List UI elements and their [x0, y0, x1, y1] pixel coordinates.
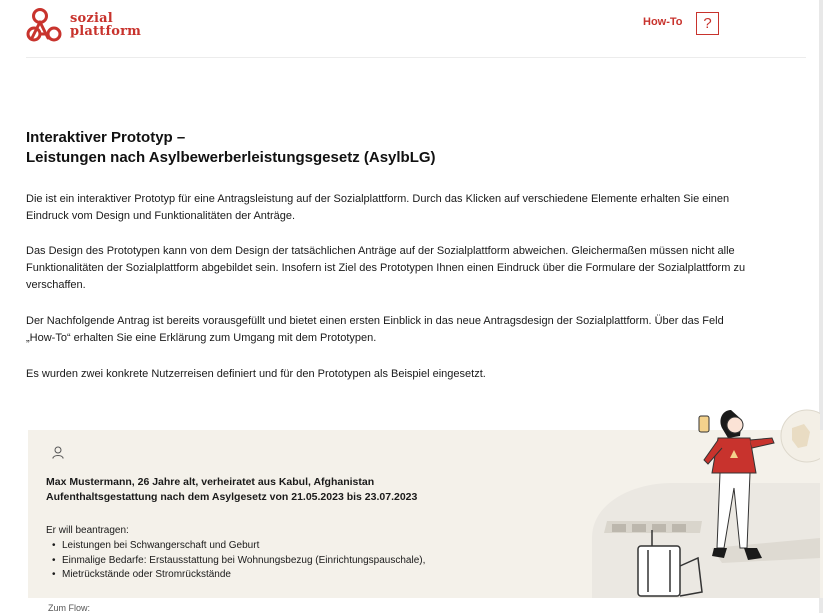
list-item: Mietrückstände oder Stromrückstände: [52, 568, 425, 583]
header: sozial plattform How-To ?: [0, 0, 823, 58]
list-item: Leistungen bei Schwangerschaft und Gebur…: [52, 539, 425, 554]
logo[interactable]: sozial plattform: [26, 7, 141, 43]
persona-name: Max Mustermann, 26 Jahre alt, verheirate…: [46, 476, 375, 488]
page-title: Interaktiver Prototyp – Leistungen nach …: [26, 128, 436, 168]
page-title-line1: Interaktiver Prototyp –: [26, 129, 186, 146]
header-divider: [26, 57, 806, 58]
howto-link[interactable]: How-To: [643, 16, 683, 28]
sozialplattform-logo-icon: [26, 8, 62, 42]
intro-paragraph-3: Der Nachfolgende Antrag ist bereits vora…: [26, 315, 724, 344]
logo-wordmark: sozial plattform: [66, 12, 141, 38]
persona-residence-status: Aufenthaltsgestattung nach dem Asylgeset…: [46, 491, 418, 503]
logo-line2: plattform: [70, 24, 142, 39]
user-icon: [52, 446, 64, 459]
intro-paragraph-4: Es wurden zwei konkrete Nutzerreisen def…: [26, 368, 486, 380]
intro-paragraph-1: Die ist ein interaktiver Prototyp für ei…: [26, 193, 730, 222]
globe-icon: [780, 409, 820, 463]
traveler-illustration: [592, 409, 820, 598]
page-title-line2: Leistungen nach Asylbewerberleistungsges…: [26, 149, 436, 166]
list-item: Einmalige Bedarfe: Erstausstattung bei W…: [52, 554, 425, 569]
intro-paragraph-2: Das Design des Prototypen kann von dem D…: [26, 245, 746, 291]
wants-label: Er will beantragen:: [46, 525, 129, 536]
wants-list: Leistungen bei Schwangerschaft und Gebur…: [52, 539, 425, 583]
help-button[interactable]: ?: [696, 12, 719, 35]
flow-link-label[interactable]: Zum Flow:: [48, 603, 90, 613]
airplane-icon: [592, 483, 820, 598]
